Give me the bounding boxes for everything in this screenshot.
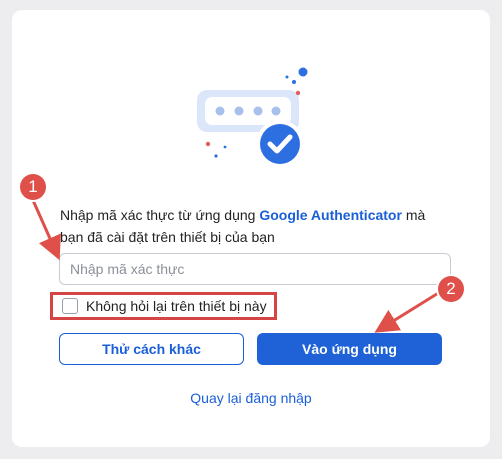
open-app-button[interactable]: Vào ứng dụng — [257, 333, 442, 365]
back-to-login-link[interactable]: Quay lại đăng nhập — [0, 390, 502, 406]
app-name: Google Authenticator — [259, 207, 402, 223]
remember-device-label: Không hỏi lại trên thiết bị này — [86, 298, 267, 314]
step-1-badge: 1 — [20, 174, 46, 200]
remember-device-option[interactable]: Không hỏi lại trên thiết bị này — [50, 292, 277, 320]
instruction-prefix: Nhập mã xác thực từ ứng dụng — [60, 207, 260, 223]
step-2-badge: 2 — [438, 276, 464, 302]
try-another-method-button[interactable]: Thử cách khác — [59, 333, 244, 365]
verification-code-input[interactable] — [59, 253, 451, 285]
instruction-text: Nhập mã xác thực từ ứng dụng Google Auth… — [60, 204, 450, 248]
verified-code-icon — [197, 67, 308, 168]
remember-device-checkbox[interactable] — [62, 298, 78, 314]
